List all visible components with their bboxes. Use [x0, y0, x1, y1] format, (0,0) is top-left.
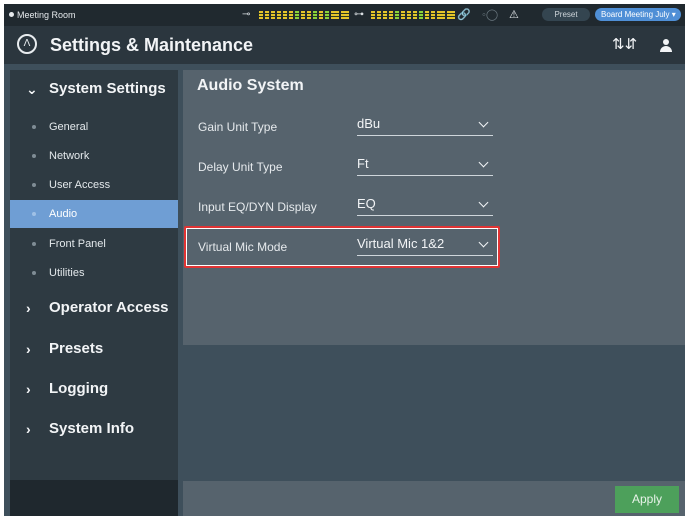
title-bar: Λ Settings & Maintenance ⇅⇵ — [4, 26, 685, 64]
sidebar-item-user-access[interactable]: User Access — [10, 171, 178, 199]
room-name: Meeting Room — [17, 10, 76, 20]
chevron-down-icon — [478, 197, 489, 208]
chevron-right-icon: › — [26, 381, 31, 397]
input-icon: ⊸ — [242, 9, 251, 20]
input-eq-dyn-select[interactable]: EQ — [357, 194, 493, 216]
chevron-down-icon: ⌄ — [26, 81, 38, 97]
section-title: Audio System — [197, 77, 304, 94]
footer-bar: Apply — [183, 481, 685, 516]
status-bar: Meeting Room ⊸ ⊶ 🔗 ◦◯ ⚠ Preset Board Mee… — [4, 4, 685, 26]
bullet-icon — [32, 242, 36, 246]
chevron-right-icon: › — [26, 421, 31, 437]
bullet-icon — [32, 183, 36, 187]
sidebar: ⌄ System Settings General Network User A… — [10, 70, 178, 516]
output-meter: ⊶ — [354, 10, 455, 20]
link-icon[interactable]: 🔗 — [457, 8, 471, 21]
preset-label: Preset — [542, 8, 590, 21]
output-icon: ⊶ — [354, 9, 364, 20]
sidebar-group-logging[interactable]: › Logging — [10, 370, 178, 408]
content-spacer — [183, 345, 685, 481]
logo-icon: Λ — [17, 34, 37, 54]
chevron-right-icon: › — [26, 341, 31, 357]
mixer-icon[interactable]: ⇅⇵ — [612, 35, 637, 53]
preset-select[interactable]: Board Meeting July ▾ — [595, 8, 681, 21]
delay-unit-select[interactable]: Ft — [357, 154, 493, 176]
user-icon[interactable] — [659, 39, 673, 53]
chevron-down-icon — [478, 117, 489, 128]
sidebar-item-network[interactable]: Network — [10, 142, 178, 170]
gain-unit-label: Gain Unit Type — [198, 120, 278, 134]
sidebar-item-audio[interactable]: Audio — [10, 200, 178, 228]
bullet-icon — [32, 271, 36, 275]
sidebar-group-presets[interactable]: › Presets — [10, 330, 178, 368]
apply-button[interactable]: Apply — [615, 486, 679, 513]
bullet-icon — [32, 125, 36, 129]
app-window: Meeting Room ⊸ ⊶ 🔗 ◦◯ ⚠ Preset Board Mee… — [4, 4, 685, 516]
sidebar-group-operator-access[interactable]: › Operator Access — [10, 289, 178, 327]
sidebar-item-utilities[interactable]: Utilities — [10, 259, 178, 287]
input-eq-dyn-label: Input EQ/DYN Display — [198, 200, 317, 214]
mute-indicator-icon: ◦◯ — [482, 9, 499, 21]
sidebar-group-system-info[interactable]: › System Info — [10, 410, 178, 448]
bullet-icon — [32, 154, 36, 158]
virtual-mic-mode-highlight — [184, 226, 500, 268]
sidebar-item-front-panel[interactable]: Front Panel — [10, 230, 178, 258]
sidebar-item-general[interactable]: General — [10, 113, 178, 141]
sidebar-group-system-settings[interactable]: ⌄ System Settings — [10, 70, 178, 108]
input-meter-bars — [259, 11, 349, 19]
gain-unit-select[interactable]: dBu — [357, 114, 493, 136]
chevron-down-icon — [478, 157, 489, 168]
bullet-icon — [32, 212, 36, 216]
page-title: Settings & Maintenance — [50, 35, 254, 55]
settings-panel: Audio System Gain Unit Type dBu Delay Un… — [183, 70, 685, 345]
warning-icon[interactable]: ⚠ — [509, 8, 519, 21]
input-meter: ⊸ — [242, 10, 349, 20]
output-meter-bars — [371, 11, 455, 19]
sidebar-footer — [10, 480, 178, 516]
delay-unit-label: Delay Unit Type — [198, 160, 283, 174]
status-dot-icon — [9, 12, 14, 17]
chevron-right-icon: › — [26, 300, 31, 316]
